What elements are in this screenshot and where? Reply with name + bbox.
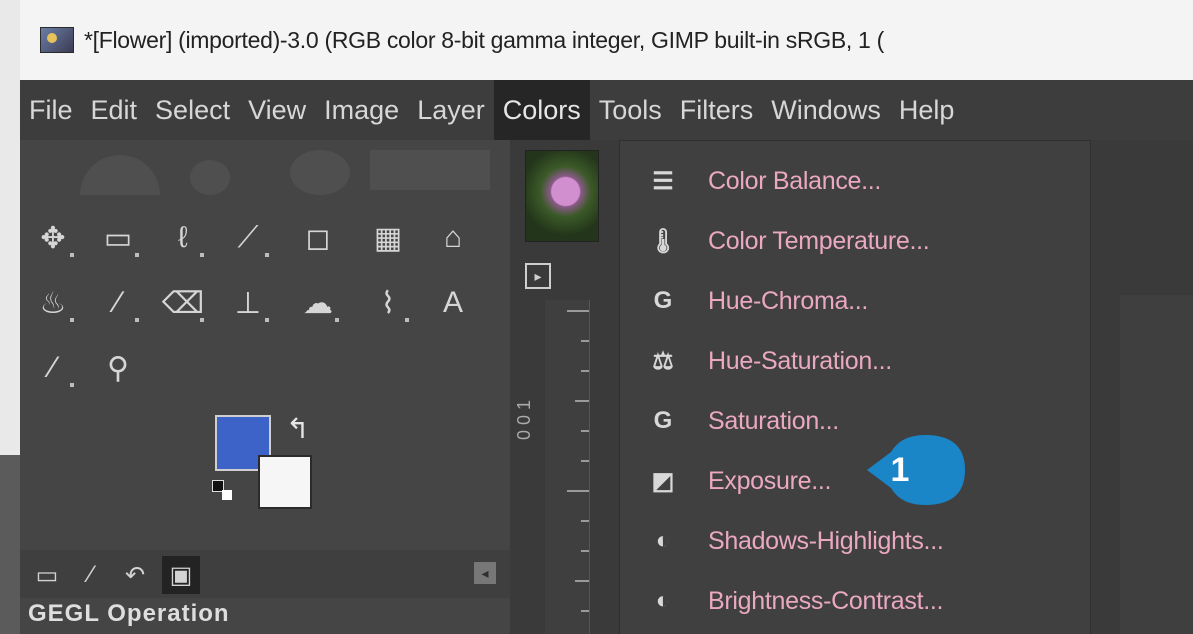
rect-select-icon[interactable]: ▭ xyxy=(95,215,141,261)
zoom-tool-icon[interactable]: ⚲ xyxy=(95,345,141,391)
wilber-drop-area xyxy=(50,145,500,200)
menu-item-label: Color Balance... xyxy=(708,166,882,195)
menu-select[interactable]: Select xyxy=(146,80,239,140)
paths-tool-icon[interactable]: ⌇ xyxy=(365,280,411,326)
menu-item-label: Saturation... xyxy=(708,406,839,435)
menu-item-hue-chroma[interactable]: G Hue-Chroma... xyxy=(620,271,1090,331)
menu-filters[interactable]: Filters xyxy=(671,80,763,140)
bucket-fill-icon[interactable]: ♨ xyxy=(30,280,76,326)
tool-options-icon[interactable]: ⁄ xyxy=(72,556,110,594)
move-tool-icon[interactable]: ✥ xyxy=(30,215,76,261)
images-icon[interactable]: ▣ xyxy=(162,556,200,594)
eraser-icon[interactable]: ⌫ xyxy=(160,280,206,326)
menu-item-label: Brightness-Contrast... xyxy=(708,586,944,615)
menu-file[interactable]: File xyxy=(20,80,82,140)
saturation-icon: G xyxy=(653,407,673,434)
vertical-ruler xyxy=(545,300,590,634)
menu-view[interactable]: View xyxy=(239,80,315,140)
callout-number: 1 xyxy=(890,451,910,489)
window-title: *[Flower] (imported)-3.0 (RGB color 8-bi… xyxy=(84,26,885,53)
brightness-contrast-icon: ◐ xyxy=(655,587,671,614)
warp-transform-icon[interactable]: ⌂ xyxy=(430,215,476,261)
tool-options-title: GEGL Operation xyxy=(28,600,230,627)
hue-saturation-icon: ⚖ xyxy=(652,347,674,375)
outer-desktop-shadow xyxy=(0,455,20,634)
menu-item-color-balance[interactable]: ☰ Color Balance... xyxy=(620,151,1090,211)
device-status-icon[interactable]: ▭ xyxy=(28,556,66,594)
outer-desktop-strip xyxy=(0,0,20,634)
menu-item-label: Hue-Chroma... xyxy=(708,286,869,315)
reset-colors-icon[interactable] xyxy=(212,480,238,506)
menu-item-hue-saturation[interactable]: ⚖ Hue-Saturation... xyxy=(620,331,1090,391)
colors-menu-dropdown: ☰ Color Balance... 🌡 Color Temperature..… xyxy=(620,141,1090,634)
canvas-area[interactable] xyxy=(1120,295,1193,634)
menu-bar: File Edit Select View Image Layer Colors… xyxy=(20,80,1193,140)
color-temperature-icon: 🌡 xyxy=(647,227,679,255)
menu-item-label: Color Temperature... xyxy=(708,226,930,255)
toolbox: ✥ ▭ ℓ ⟋ ◻ ▦ ⌂ ♨ ∕ ⌫ ⊥ ☁ ⌇ A ⁄ ⚲ ↰ ▭ ⁄ ↶ … xyxy=(20,140,510,634)
crop-tool-icon[interactable]: ◻ xyxy=(295,215,341,261)
menu-item-saturation[interactable]: G Saturation... xyxy=(620,391,1090,451)
menu-item-exposure[interactable]: ◩ Exposure... xyxy=(620,451,1090,511)
menu-layer[interactable]: Layer xyxy=(408,80,494,140)
text-tool-icon[interactable]: A xyxy=(430,280,476,326)
title-bar: *[Flower] (imported)-3.0 (RGB color 8-bi… xyxy=(20,0,1193,80)
menu-help[interactable]: Help xyxy=(890,80,964,140)
free-select-icon[interactable]: ℓ xyxy=(160,215,206,261)
exposure-icon: ◩ xyxy=(651,467,675,495)
swap-colors-icon[interactable]: ↰ xyxy=(286,412,309,445)
color-picker-icon[interactable]: ⁄ xyxy=(30,345,76,391)
menu-item-color-temperature[interactable]: 🌡 Color Temperature... xyxy=(620,211,1090,271)
clone-tool-icon[interactable]: ⊥ xyxy=(225,280,271,326)
menu-item-label: Hue-Saturation... xyxy=(708,346,892,375)
unified-transform-icon[interactable]: ▦ xyxy=(365,215,411,261)
smudge-tool-icon[interactable]: ☁ xyxy=(295,280,341,326)
gimp-app-icon xyxy=(40,27,74,53)
menu-item-label: Exposure... xyxy=(708,466,832,495)
image-thumbnail[interactable] xyxy=(525,150,599,242)
dock-tab-bar: ▭ ⁄ ↶ ▣ ◂ xyxy=(20,550,510,598)
color-balance-icon: ☰ xyxy=(652,167,674,195)
hue-chroma-icon: G xyxy=(653,287,673,314)
menu-colors[interactable]: Colors xyxy=(493,80,590,140)
menu-item-label: Shadows-Highlights... xyxy=(708,526,944,555)
paintbrush-icon[interactable]: ∕ xyxy=(95,280,141,326)
background-color-swatch[interactable] xyxy=(258,455,312,509)
menu-image[interactable]: Image xyxy=(315,80,408,140)
menu-tools[interactable]: Tools xyxy=(590,80,671,140)
menu-item-brightness-contrast[interactable]: ◐ Brightness-Contrast... xyxy=(620,571,1090,631)
ruler-label: 0 0 1 xyxy=(514,399,534,440)
menu-windows[interactable]: Windows xyxy=(762,80,890,140)
shadows-highlights-icon: ◐ xyxy=(655,527,671,554)
dock-menu-icon[interactable]: ◂ xyxy=(474,562,496,584)
fuzzy-select-icon[interactable]: ⟋ xyxy=(225,215,271,261)
navigate-icon[interactable]: ▸ xyxy=(525,263,551,289)
menu-edit[interactable]: Edit xyxy=(82,80,147,140)
gimp-window: *[Flower] (imported)-3.0 (RGB color 8-bi… xyxy=(20,0,1193,634)
menu-item-shadows-highlights[interactable]: ◐ Shadows-Highlights... xyxy=(620,511,1090,571)
undo-history-icon[interactable]: ↶ xyxy=(116,556,154,594)
